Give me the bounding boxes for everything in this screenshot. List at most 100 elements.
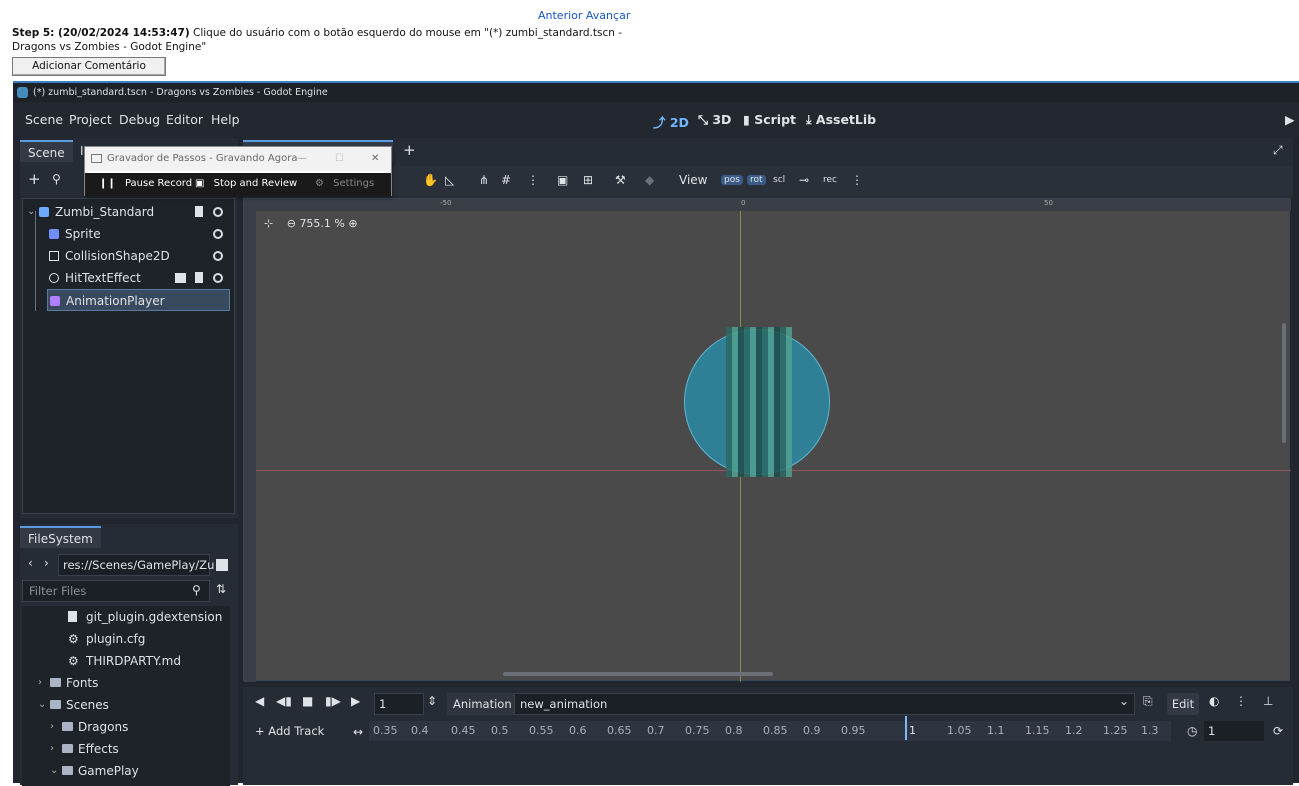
tree-node-sprite[interactable]: Sprite (23, 223, 234, 245)
file-item[interactable]: ⚙ THIRDPARTY.md (68, 650, 181, 672)
new-tab-icon[interactable]: + (403, 141, 416, 159)
zoom-in-icon[interactable]: ⊕ (348, 217, 357, 230)
vertical-scrollbar[interactable] (1282, 323, 1286, 443)
tree-node-hittext[interactable]: HitTextEffect (23, 267, 234, 289)
canvas-viewport[interactable]: -50 0 50 ⊹ ⊖ 755.1 % ⊕ (243, 198, 1291, 682)
add-track-button[interactable]: + Add Track (255, 724, 324, 738)
play-backwards-from-end-icon[interactable]: ◀▮ (276, 694, 292, 708)
minimize-icon[interactable]: — (297, 147, 307, 171)
animation-select[interactable]: new_animation (514, 693, 1135, 715)
smart-snap-icon[interactable]: ⋔ (479, 173, 489, 187)
pan-tool-icon[interactable]: ✋ (423, 173, 438, 187)
stop-icon[interactable]: ■ (302, 694, 313, 708)
file-item[interactable]: git_plugin.gdextension (68, 606, 222, 628)
file-item[interactable]: ⚙ plugin.cfg (68, 628, 145, 650)
workspace-3d[interactable]: ⤡ 3D (698, 112, 731, 128)
back-arrow-icon[interactable]: ‹ (28, 556, 33, 570)
folder-item[interactable]: ⌄ GamePlay (50, 760, 139, 782)
key-rec-toggle[interactable]: rec (823, 175, 837, 185)
tree-node-animationplayer[interactable]: AnimationPlayer (47, 289, 230, 311)
animation-menu[interactable]: Animation (447, 693, 518, 715)
autoplay-icon[interactable]: ⎘ (1143, 694, 1153, 709)
prev-link[interactable]: Anterior (538, 9, 582, 22)
pin-icon[interactable]: ⊥ (1263, 694, 1273, 708)
visibility-eye-icon[interactable] (213, 229, 223, 239)
split-view-icon[interactable] (216, 559, 228, 571)
key-rot-toggle[interactable]: rot (747, 175, 766, 185)
visibility-eye-icon[interactable] (213, 251, 223, 261)
forward-arrow-icon[interactable]: › (44, 556, 49, 570)
script-icon[interactable] (195, 206, 203, 217)
tree-node-collision[interactable]: CollisionShape2D (23, 245, 234, 267)
frame-field[interactable]: 1 (374, 693, 424, 715)
collapse-arrow-icon[interactable]: ⌄ (38, 694, 46, 716)
zoom-level[interactable]: 755.1 % (299, 217, 344, 230)
edit-button[interactable]: Edit (1167, 693, 1199, 715)
expand-arrow-icon[interactable]: › (50, 716, 54, 738)
key-pos-toggle[interactable]: pos (721, 175, 743, 185)
fullscreen-icon[interactable]: ⤢ (1273, 143, 1283, 158)
menu-editor[interactable]: Editor (166, 112, 203, 127)
visibility-eye-icon[interactable] (213, 273, 223, 283)
visibility-eye-icon[interactable] (213, 207, 223, 217)
expand-arrow-icon[interactable]: › (50, 738, 54, 760)
animation-length-field[interactable]: 1 (1204, 721, 1264, 741)
camera-icon[interactable]: ◆ (645, 173, 654, 187)
menu-project[interactable]: Project (69, 112, 112, 127)
stepper-icon[interactable]: ⇕ (427, 694, 437, 708)
loop-icon[interactable]: ⟳ (1273, 724, 1283, 738)
bone-icon[interactable]: ⚒ (615, 173, 626, 187)
next-link[interactable]: Avançar (586, 9, 630, 22)
zoom-fit-icon[interactable]: ↔ (353, 725, 363, 739)
tab-filesystem[interactable]: FileSystem (20, 526, 101, 548)
link-icon[interactable]: ⚲ (52, 172, 61, 186)
tree-node-root[interactable]: ⌄ Zumbi_Standard (23, 201, 234, 223)
horizontal-scrollbar[interactable] (503, 672, 773, 676)
more-icon[interactable]: ⋮ (1235, 694, 1247, 708)
expand-arrow-icon[interactable]: › (38, 672, 42, 694)
path-field[interactable]: res://Scenes/GamePlay/Zu (58, 554, 214, 576)
filter-files-input[interactable]: Filter Files (22, 580, 210, 602)
view-menu[interactable]: View (679, 173, 707, 187)
menu-help[interactable]: Help (211, 112, 240, 127)
folder-item[interactable]: › Effects (50, 738, 119, 760)
tab-scene[interactable]: Scene (20, 140, 73, 162)
onion-skin-icon[interactable]: ◐ (1209, 694, 1219, 708)
settings-button[interactable]: ⚙ Settings (315, 178, 374, 189)
zoom-out-icon[interactable]: ⊖ (287, 217, 296, 230)
folder-item[interactable]: › Fonts (38, 672, 98, 694)
key-scl-toggle[interactable]: scl (773, 175, 785, 185)
pause-record-button[interactable]: ❙❙ Pause Record (99, 178, 192, 189)
sort-icon[interactable]: ⇅ (216, 582, 226, 596)
key-icon[interactable]: ⊸ (799, 173, 809, 187)
playhead[interactable] (905, 716, 907, 740)
workspace-2d[interactable]: ⤴ 2D (653, 112, 689, 131)
add-comment-button[interactable]: Adicionar Comentário (12, 57, 166, 76)
instance-icon[interactable] (175, 273, 186, 283)
folder-item[interactable]: ⌄ Scenes (38, 694, 109, 716)
play-from-start-icon[interactable]: ▮▶ (325, 694, 341, 708)
chevron-down-icon[interactable]: ⌄ (1119, 694, 1129, 708)
menu-debug[interactable]: Debug (119, 112, 160, 127)
grid-snap-icon[interactable]: # (501, 173, 511, 187)
more-icon[interactable]: ⋮ (527, 173, 539, 187)
group-icon[interactable]: ⊞ (583, 173, 593, 187)
play-icon[interactable]: ▶ (351, 694, 360, 708)
lock-icon[interactable]: ▣ (557, 173, 568, 187)
folder-item[interactable]: › Dragons (50, 716, 128, 738)
add-node-icon[interactable]: + (28, 170, 41, 188)
play-backwards-icon[interactable]: ◀ (255, 694, 264, 708)
workspace-script[interactable]: ▮ Script (743, 112, 796, 127)
time-ruler[interactable]: 0.35 0.4 0.45 0.5 0.55 0.6 0.65 0.7 0.75… (369, 721, 1171, 741)
menu-scene[interactable]: Scene (25, 112, 63, 127)
script-icon[interactable] (195, 272, 203, 283)
maximize-icon[interactable]: ☐ (335, 147, 344, 171)
ruler-tool-icon[interactable]: ◺ (445, 173, 454, 187)
play-icon[interactable]: ▶ (1285, 112, 1295, 127)
zombie-sprite[interactable] (726, 327, 792, 477)
collapse-arrow-icon[interactable]: ⌄ (50, 760, 58, 782)
workspace-assetlib[interactable]: ⤓ AssetLib (806, 112, 876, 128)
more-icon[interactable]: ⋮ (851, 173, 863, 187)
center-view-icon[interactable]: ⊹ (264, 217, 273, 230)
stop-review-button[interactable]: ▣ Stop and Review (195, 178, 297, 189)
